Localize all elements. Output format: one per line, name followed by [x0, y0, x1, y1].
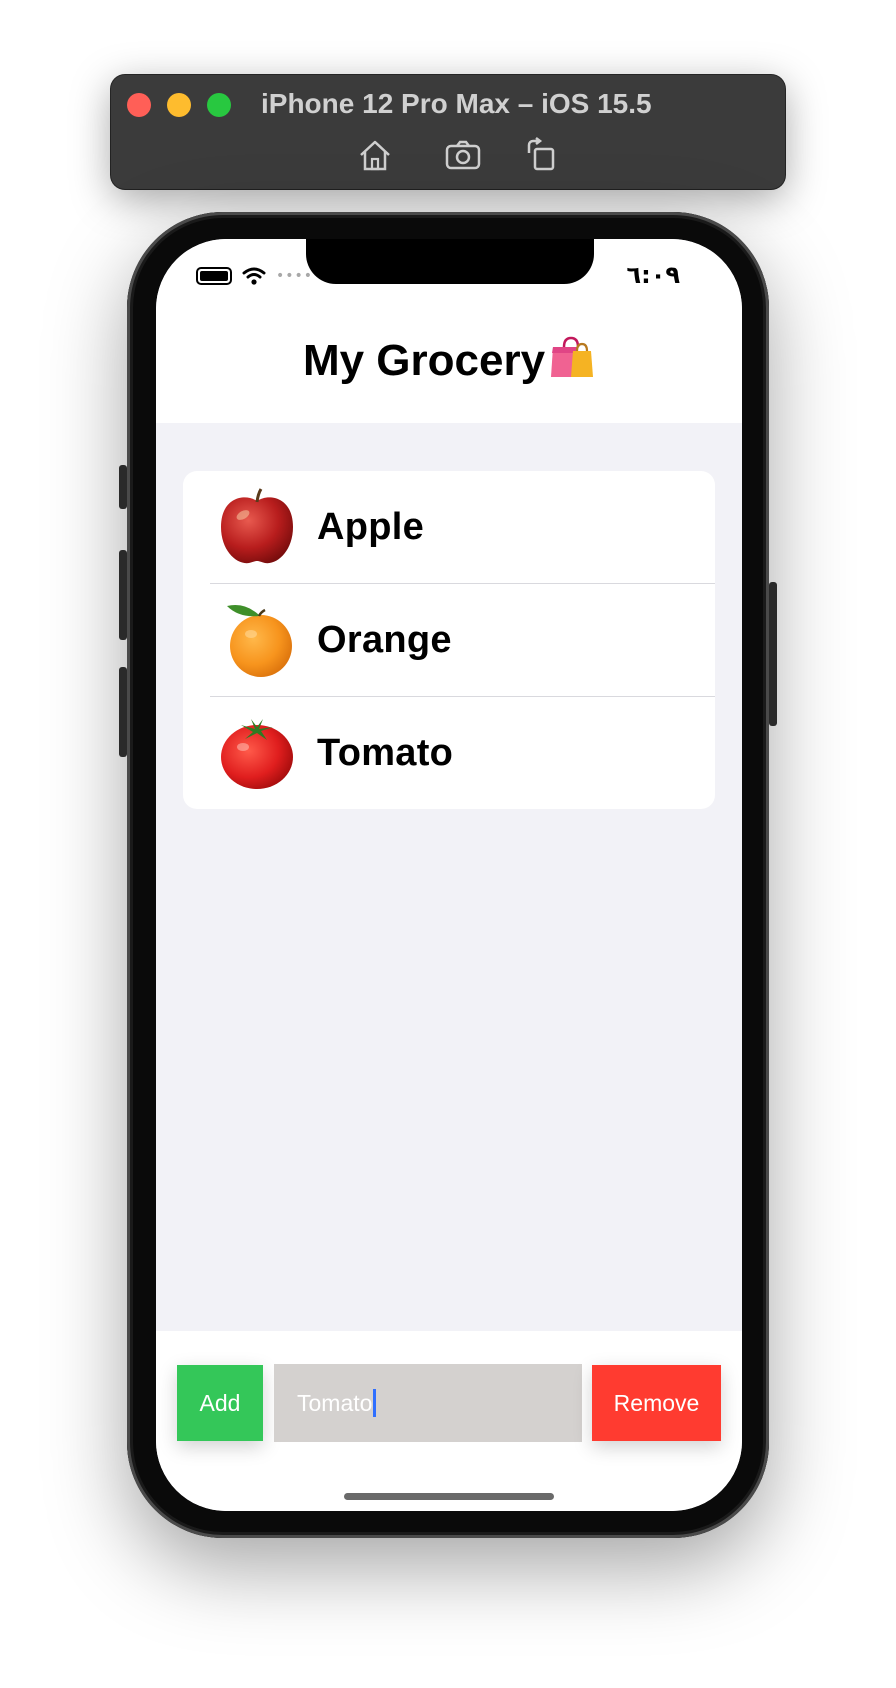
- page-title: My Grocery: [156, 333, 742, 386]
- item-input-field[interactable]: Tomato: [274, 1364, 582, 1442]
- apple-icon: [215, 485, 299, 569]
- stage: iPhone 12 Pro Max – iOS 15.5 My Grocery …: [0, 0, 896, 1688]
- mute-switch: [119, 465, 127, 509]
- battery-icon: [196, 267, 232, 285]
- volume-down-button: [119, 667, 127, 757]
- list-item-label: Apple: [317, 505, 425, 548]
- simulator-title: iPhone 12 Pro Max – iOS 15.5: [261, 88, 652, 119]
- simulator-title-bar: iPhone 12 Pro Max – iOS 15.5: [111, 75, 785, 189]
- home-indicator[interactable]: [344, 1493, 554, 1500]
- list-item-orange[interactable]: Orange: [183, 584, 715, 696]
- volume-up-button: [119, 550, 127, 640]
- list-item-apple[interactable]: Apple: [183, 471, 715, 583]
- home-button[interactable]: [355, 135, 395, 175]
- close-window-button[interactable]: [127, 93, 151, 117]
- power-button: [769, 582, 777, 726]
- grocery-list: Apple Orange Tomato: [183, 471, 715, 809]
- list-item-label: Tomato: [317, 731, 454, 774]
- add-button[interactable]: Add: [177, 1365, 263, 1441]
- status-left: ••••: [196, 261, 313, 291]
- shopping-bags-icon: [547, 333, 595, 381]
- bottom-controls: Add Tomato Remove: [156, 1331, 742, 1511]
- camera-icon: [445, 140, 481, 170]
- tomato-icon: [215, 711, 299, 795]
- list-item-label: Orange: [317, 618, 452, 661]
- notch: [306, 239, 594, 284]
- screenshot-button[interactable]: [443, 135, 483, 175]
- signal-dots: ••••: [276, 268, 314, 284]
- remove-button[interactable]: Remove: [592, 1365, 721, 1441]
- status-time: ٦:٠٩: [626, 261, 680, 289]
- list-item-tomato[interactable]: Tomato: [183, 697, 715, 809]
- zoom-window-button[interactable]: [207, 93, 231, 117]
- home-icon: [360, 140, 390, 171]
- app-screen: My Grocery •••• ٦:٠٩ Apple Orange Tomato…: [156, 239, 742, 1511]
- rotate-icon: [527, 137, 555, 171]
- orange-icon: [215, 598, 299, 682]
- page-title-text: My Grocery: [302, 336, 546, 385]
- item-input-value: Tomato: [297, 1389, 373, 1416]
- minimize-window-button[interactable]: [167, 93, 191, 117]
- rotate-button[interactable]: [521, 135, 561, 175]
- wifi-icon: [242, 267, 266, 285]
- text-caret: [373, 1389, 377, 1417]
